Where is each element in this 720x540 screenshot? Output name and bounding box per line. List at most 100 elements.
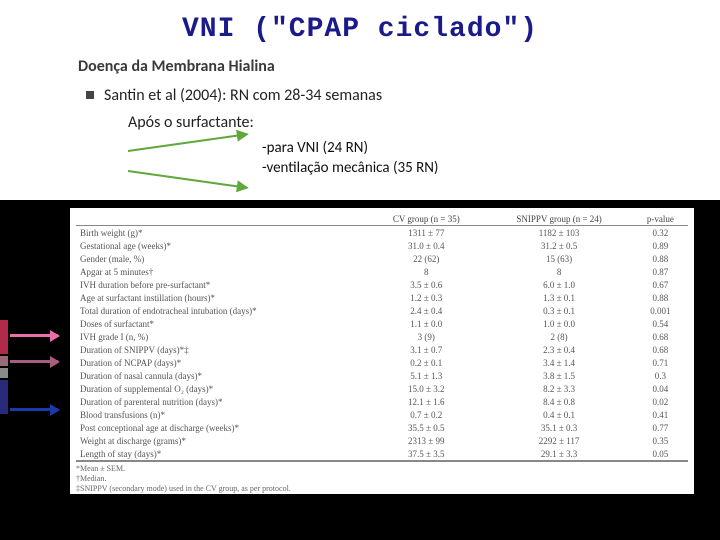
- results-table: CV group (n = 35)SNIPPV group (n = 24)p-…: [76, 212, 688, 461]
- table-row: Doses of surfactant*1.1 ± 0.01.0 ± 0.00.…: [76, 317, 688, 330]
- table-cell: 3 (9): [367, 330, 485, 343]
- table-cell: 5.1 ± 1.3: [367, 369, 485, 382]
- bullet-item: Santin et al (2004): RN com 28-34 semana…: [0, 84, 720, 111]
- table-cell: 0.05: [633, 447, 688, 461]
- table-row: Birth weight (g)*1311 ± 771182 ± 1030.32: [76, 226, 688, 240]
- table-row: Age at surfactant instillation (hours)*1…: [76, 291, 688, 304]
- table-cell: 2.3 ± 0.4: [485, 343, 632, 356]
- table-cell: 8: [367, 265, 485, 278]
- table-cell: 0.32: [633, 226, 688, 240]
- arrow-down-icon: [128, 170, 247, 189]
- table-cell: 0.71: [633, 356, 688, 369]
- table-row: Duration of SNIPPV (days)*‡3.1 ± 0.72.3 …: [76, 343, 688, 356]
- table-cell: 8.2 ± 3.3: [485, 382, 632, 395]
- table-cell: Doses of surfactant*: [76, 317, 367, 330]
- footnote-line: ‡SNIPPV (secondary mode) used in the CV …: [76, 484, 688, 494]
- sub-bullet: Após o surfactante:: [0, 111, 720, 138]
- table-cell: 22 (62): [367, 252, 485, 265]
- table-cell: Gestational age (weeks)*: [76, 239, 367, 252]
- slide-title: VNI ("CPAP ciclado"): [0, 0, 720, 53]
- table-cell: 2313 ± 99: [367, 434, 485, 447]
- table-cell: 0.89: [633, 239, 688, 252]
- table-cell: Duration of supplemental O₂ (days)*: [76, 382, 367, 395]
- branch-arrows: -para VNI (24 RN) -ventilação mecânica (…: [0, 138, 720, 192]
- table-row: IVH duration before pre-surfactant*3.5 ±…: [76, 278, 688, 291]
- table-header-cell: SNIPPV group (n = 24): [485, 212, 632, 226]
- table-cell: 1182 ± 103: [485, 226, 632, 240]
- table-cell: 0.41: [633, 408, 688, 421]
- bullet-square-icon: [86, 91, 94, 99]
- table-cell: Weight at discharge (grams)*: [76, 434, 367, 447]
- table-cell: 3.4 ± 1.4: [485, 356, 632, 369]
- highlight-arrow-icon: [10, 334, 58, 337]
- table-row: Length of stay (days)*37.5 ± 3.529.1 ± 3…: [76, 447, 688, 461]
- table-cell: 0.68: [633, 343, 688, 356]
- table-cell: IVH grade I (n, %): [76, 330, 367, 343]
- table-cell: Duration of parenteral nutrition (days)*: [76, 395, 367, 408]
- arrow-labels: -para VNI (24 RN) -ventilação mecânica (…: [262, 138, 438, 179]
- table-cell: 2 (8): [485, 330, 632, 343]
- table-cell: 0.54: [633, 317, 688, 330]
- table-cell: Duration of nasal cannula (days)*: [76, 369, 367, 382]
- table-row: IVH grade I (n, %)3 (9)2 (8)0.68: [76, 330, 688, 343]
- table-row: Apgar at 5 minutes†880.87: [76, 265, 688, 278]
- table-cell: 3.5 ± 0.6: [367, 278, 485, 291]
- table-cell: 3.8 ± 1.5: [485, 369, 632, 382]
- table-cell: 2.4 ± 0.4: [367, 304, 485, 317]
- table-header-cell: [76, 212, 367, 226]
- table-row: Post conceptional age at discharge (week…: [76, 421, 688, 434]
- table-row: Duration of NCPAP (days)*0.2 ± 0.13.4 ± …: [76, 356, 688, 369]
- table-row: Total duration of endotracheal intubatio…: [76, 304, 688, 317]
- table-cell: 1.1 ± 0.0: [367, 317, 485, 330]
- table-cell: 31.2 ± 0.5: [485, 239, 632, 252]
- table-cell: 1.2 ± 0.3: [367, 291, 485, 304]
- table-cell: 0.7 ± 0.2: [367, 408, 485, 421]
- table-cell: 0.2 ± 0.1: [367, 356, 485, 369]
- table-cell: 6.0 ± 1.0: [485, 278, 632, 291]
- table-cell: 0.4 ± 0.1: [485, 408, 632, 421]
- table-cell: 35.1 ± 0.3: [485, 421, 632, 434]
- table-cell: Age at surfactant instillation (hours)*: [76, 291, 367, 304]
- section-heading: Doença da Membrana Hialina: [0, 53, 720, 84]
- table-cell: IVH duration before pre-surfactant*: [76, 278, 367, 291]
- table-cell: 8: [485, 265, 632, 278]
- arrow-label-2: -ventilação mecânica (35 RN): [262, 158, 438, 178]
- table-cell: 0.87: [633, 265, 688, 278]
- results-table-image: CV group (n = 35)SNIPPV group (n = 24)p-…: [70, 208, 694, 494]
- table-cell: 0.001: [633, 304, 688, 317]
- table-cell: 29.1 ± 3.3: [485, 447, 632, 461]
- bullet-text: Santin et al (2004): RN com 28-34 semana…: [104, 86, 382, 105]
- table-row: Duration of nasal cannula (days)*5.1 ± 1…: [76, 369, 688, 382]
- table-cell: 35.5 ± 0.5: [367, 421, 485, 434]
- table-cell: Post conceptional age at discharge (week…: [76, 421, 367, 434]
- table-cell: 0.68: [633, 330, 688, 343]
- table-cell: Apgar at 5 minutes†: [76, 265, 367, 278]
- arrow-label-1: -para VNI (24 RN): [262, 138, 438, 158]
- footnote-line: *Mean ± SEM.: [76, 464, 688, 474]
- table-row: Gender (male, %)22 (62)15 (63)0.88: [76, 252, 688, 265]
- table-cell: Total duration of endotracheal intubatio…: [76, 304, 367, 317]
- table-cell: 0.02: [633, 395, 688, 408]
- table-cell: 0.3: [633, 369, 688, 382]
- table-cell: 2292 ± 117: [485, 434, 632, 447]
- table-header-cell: CV group (n = 35): [367, 212, 485, 226]
- table-cell: 15.0 ± 3.2: [367, 382, 485, 395]
- table-row: Duration of supplemental O₂ (days)*15.0 …: [76, 382, 688, 395]
- table-cell: 0.04: [633, 382, 688, 395]
- table-footnotes: *Mean ± SEM.†Median.‡SNIPPV (secondary m…: [76, 461, 688, 494]
- slide-side-decoration: [0, 320, 8, 416]
- table-cell: 1311 ± 77: [367, 226, 485, 240]
- table-cell: 1.3 ± 0.1: [485, 291, 632, 304]
- table-cell: Blood transfusions (n)*: [76, 408, 367, 421]
- highlight-arrow-icon: [10, 360, 58, 363]
- table-cell: 3.1 ± 0.7: [367, 343, 485, 356]
- table-cell: 0.3 ± 0.1: [485, 304, 632, 317]
- table-header-cell: p-value: [633, 212, 688, 226]
- table-cell: 0.67: [633, 278, 688, 291]
- highlight-arrow-icon: [10, 408, 58, 411]
- table-cell: 0.88: [633, 252, 688, 265]
- table-row: Duration of parenteral nutrition (days)*…: [76, 395, 688, 408]
- table-cell: Duration of NCPAP (days)*: [76, 356, 367, 369]
- table-cell: 31.0 ± 0.4: [367, 239, 485, 252]
- table-row: Blood transfusions (n)*0.7 ± 0.20.4 ± 0.…: [76, 408, 688, 421]
